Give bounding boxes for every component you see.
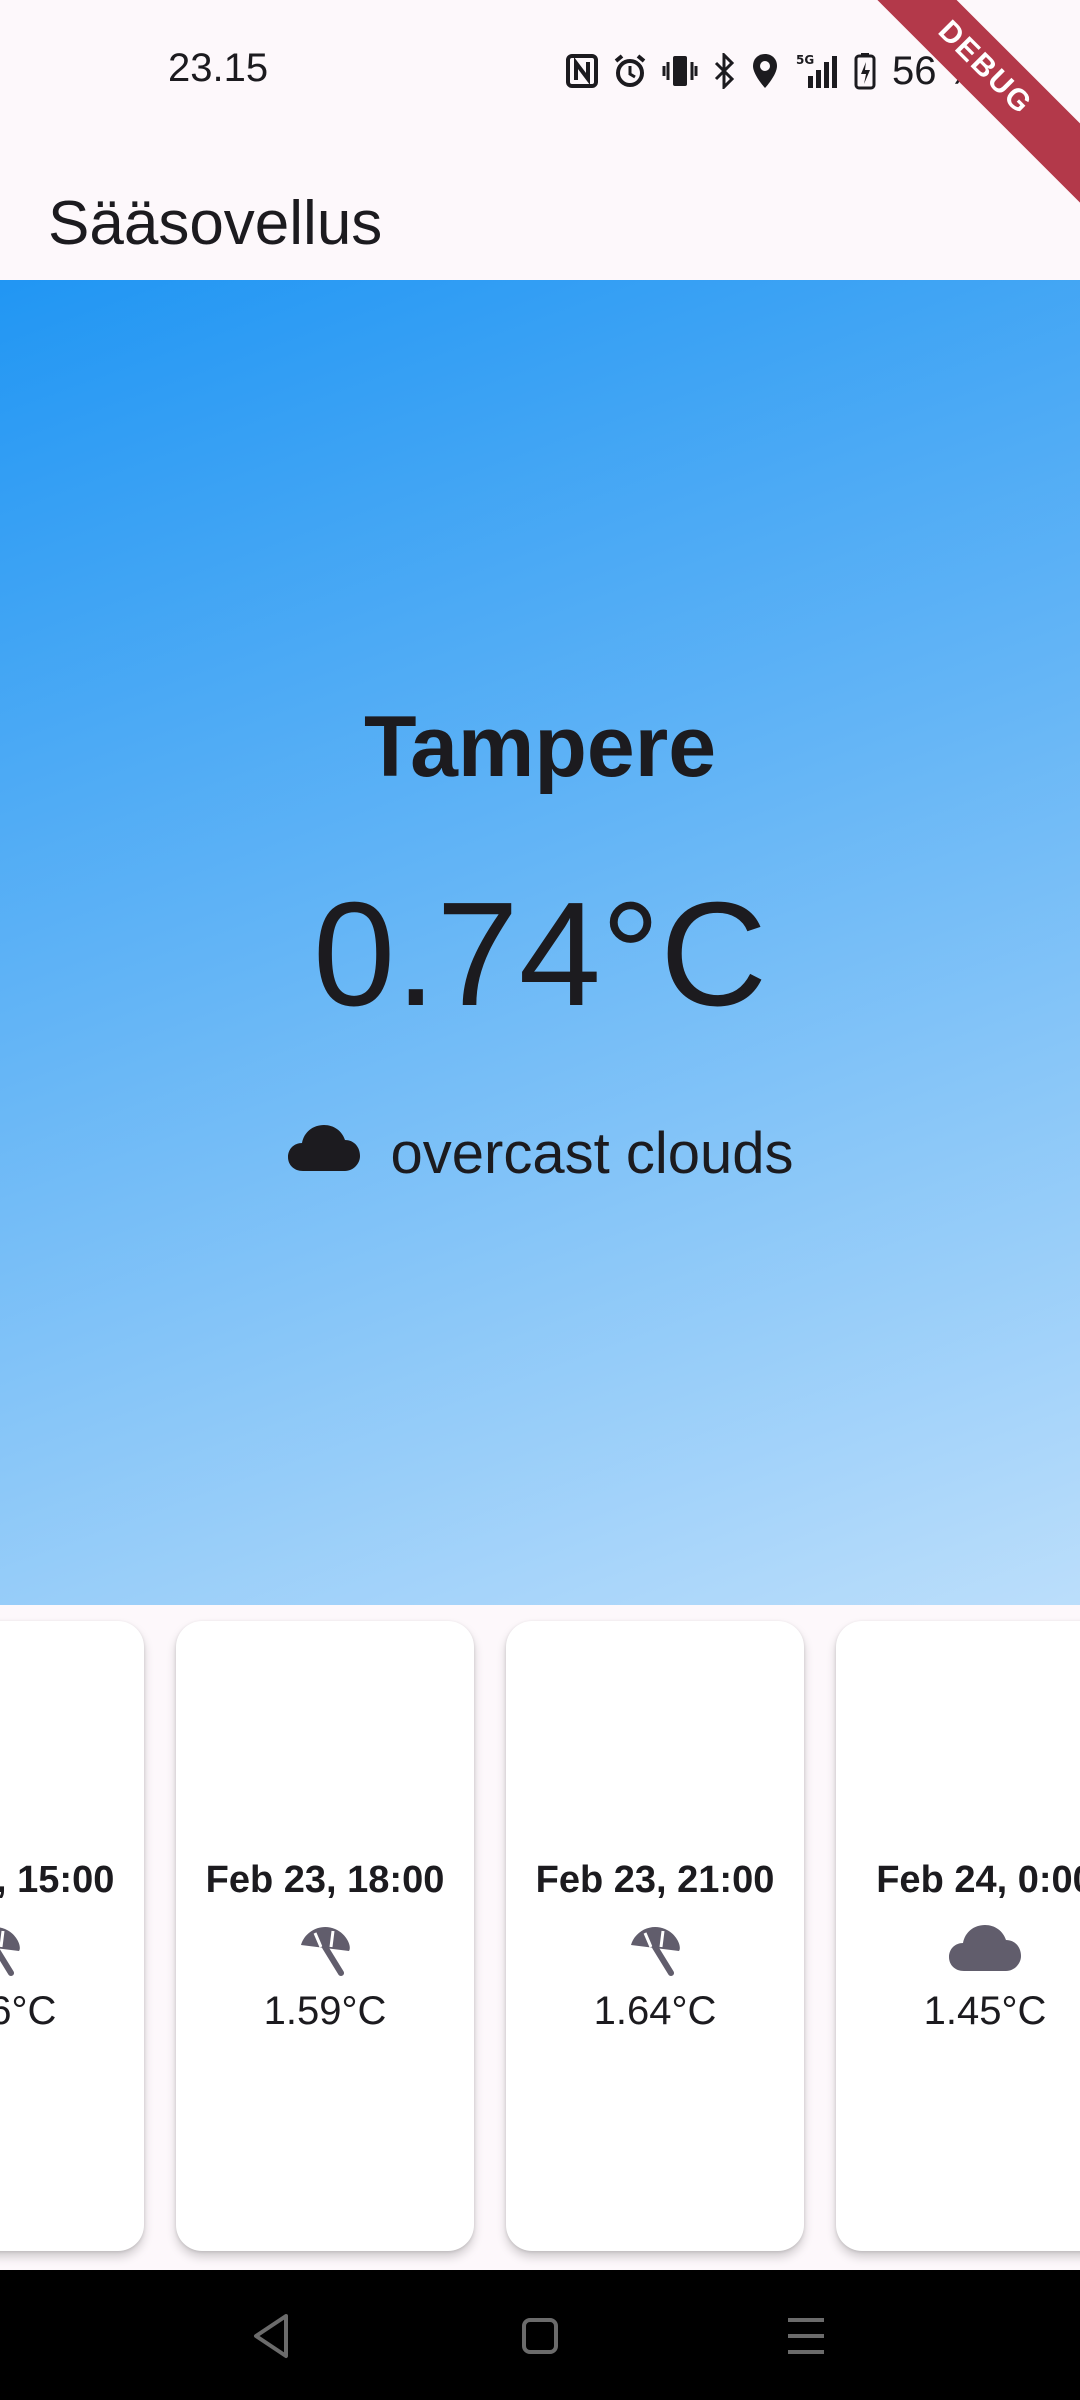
status-time: 23.15 (168, 46, 269, 90)
vibrate-icon (662, 54, 698, 88)
bluetooth-icon (712, 53, 736, 89)
location-icon (750, 52, 780, 90)
weather-description: overcast clouds (390, 1121, 794, 1186)
forecast-date: Feb 23, 15:00 (0, 1859, 115, 1901)
app-bar: Sääsovellus (0, 140, 1080, 280)
recents-icon[interactable] (786, 2306, 826, 2371)
forecast-card[interactable]: Feb 23, 21:00 1.64°C (506, 1621, 804, 2251)
app-title: Sääsovellus (48, 189, 383, 258)
forecast-list[interactable]: Feb 23, 15:00 1.56°C Feb 23, 18:00 1.59°… (0, 1605, 1080, 2270)
system-nav-bar (0, 2270, 1080, 2400)
cloud-icon (287, 1120, 361, 1187)
forecast-temp: 1.64°C (593, 1989, 717, 2033)
umbrella-icon (627, 1923, 683, 1982)
alarm-icon (612, 53, 648, 89)
status-icons: 5G 56 % (566, 46, 983, 96)
umbrella-icon (297, 1923, 353, 1982)
current-weather-panel: Tampere 0.74°C overcast clouds (0, 280, 1080, 1605)
forecast-card[interactable]: Feb 23, 15:00 1.56°C (0, 1621, 144, 2251)
cloud-icon (948, 1923, 1022, 1978)
umbrella-icon (0, 1923, 23, 1982)
forecast-temp: 1.56°C (0, 1989, 57, 2033)
nfc-icon (566, 54, 598, 88)
back-icon[interactable] (250, 2306, 290, 2371)
svg-text:5G: 5G (796, 53, 814, 67)
city-name: Tampere (363, 699, 717, 795)
signal-5g-icon: 5G (794, 52, 840, 90)
forecast-date: Feb 24, 0:00 (876, 1859, 1080, 1901)
forecast-card[interactable]: Feb 23, 18:00 1.59°C (176, 1621, 474, 2251)
forecast-temp: 1.59°C (263, 1989, 387, 2033)
current-temperature: 0.74°C (312, 872, 768, 1037)
forecast-temp: 1.45°C (923, 1989, 1047, 2033)
forecast-date: Feb 23, 18:00 (205, 1859, 445, 1901)
weather-description-row: overcast clouds (0, 1120, 1080, 1187)
forecast-card[interactable]: Feb 24, 0:00 1.45°C (836, 1621, 1080, 2251)
home-icon[interactable] (520, 2306, 560, 2371)
battery-charging-icon (854, 52, 876, 90)
forecast-date: Feb 23, 21:00 (535, 1859, 775, 1901)
